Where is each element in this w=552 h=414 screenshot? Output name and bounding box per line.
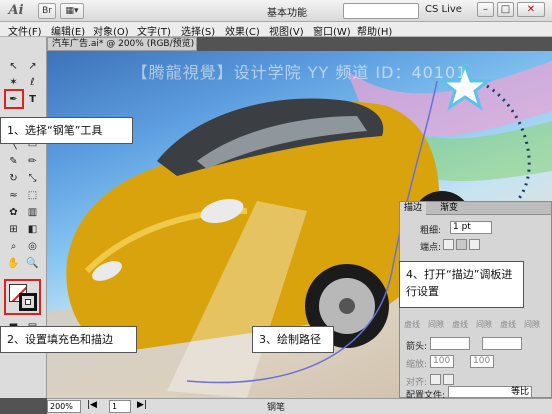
arrowhead-label: 箭头:: [406, 342, 428, 352]
illustrator-logo: Ai: [8, 3, 24, 18]
arrange-documents-button[interactable]: ▦▾: [60, 3, 84, 19]
illustrator-window: Ai Br ▦▾ 基本功能 CS Live – □ ✕ 文件(F) 编辑(E) …: [0, 0, 552, 414]
paintbrush-tool-icon[interactable]: ✎: [6, 154, 21, 169]
weight-input[interactable]: 1 pt: [450, 221, 492, 234]
menu-edit[interactable]: 编辑(E): [51, 23, 85, 38]
first-page-icon[interactable]: |◀: [87, 400, 97, 410]
scale-label: 缩放:: [406, 360, 428, 370]
bridge-button[interactable]: Br: [38, 3, 56, 19]
callout-step1: 1、选择“钢笔”工具: [0, 117, 133, 144]
gap-cell-2[interactable]: 间隙: [476, 319, 492, 330]
fill-stroke-highlight: [4, 279, 41, 315]
menu-file[interactable]: 文件(F): [8, 23, 42, 38]
free-transform-tool-icon[interactable]: ⬚: [25, 188, 40, 203]
status-bar: 200% |◀ 1 ▶| 钢笔: [47, 398, 552, 414]
next-page-icon[interactable]: ▶|: [137, 400, 147, 410]
menu-view[interactable]: 视图(V): [269, 23, 304, 38]
callout-step3: 3、绘制路径: [252, 326, 334, 353]
pen-tool-highlight: [4, 89, 24, 109]
stroke-panel: 描边 渐变 粗细: 1 pt 端点: 4、打开“描边”调板进 行设置 虚线 间隙…: [399, 201, 552, 401]
round-cap-button[interactable]: [456, 239, 467, 250]
tab-gradient[interactable]: 渐变: [436, 202, 462, 215]
menu-help[interactable]: 帮助(H): [357, 23, 392, 38]
symbol-sprayer-tool-icon[interactable]: ✿: [6, 205, 21, 220]
type-tool-icon[interactable]: T: [25, 92, 40, 107]
zoom-tool-icon[interactable]: 🔍: [25, 256, 40, 271]
menu-bar: 文件(F) 编辑(E) 对象(O) 文字(T) 选择(S) 效果(C) 视图(V…: [0, 22, 552, 38]
menu-object[interactable]: 对象(O): [93, 23, 129, 38]
weight-label: 粗细:: [420, 226, 442, 236]
mesh-tool-icon[interactable]: ⊞: [6, 222, 21, 237]
scale-start-input[interactable]: 100: [430, 355, 454, 368]
cap-label: 端点:: [420, 243, 442, 253]
gradient-tool-icon[interactable]: ◧: [25, 222, 40, 237]
minimize-icon[interactable]: –: [477, 2, 494, 17]
align-arrow-tip-button[interactable]: [430, 374, 441, 385]
zoom-level-field[interactable]: 200%: [47, 400, 81, 413]
watermark-text: 【腾龍視覺】设计学院 YY 频道 ID：40101: [131, 63, 468, 82]
selection-tool-icon[interactable]: ↖: [6, 59, 21, 74]
blend-tool-icon[interactable]: ◎: [25, 239, 40, 254]
butt-cap-button[interactable]: [443, 239, 454, 250]
document-tab[interactable]: 汽车广告.ai* @ 200% (RGB/预览): [47, 37, 197, 51]
dash-cell-3[interactable]: 虚线: [500, 319, 516, 330]
scale-tool-icon[interactable]: ⤡: [25, 171, 40, 186]
menu-select[interactable]: 选择(S): [181, 23, 215, 38]
projecting-cap-button[interactable]: [469, 239, 480, 250]
maximize-icon[interactable]: □: [497, 2, 514, 17]
tab-stroke[interactable]: 描边: [400, 202, 427, 215]
lasso-tool-icon[interactable]: ℓ: [25, 75, 40, 90]
dash-cell-2[interactable]: 虚线: [452, 319, 468, 330]
hand-tool-icon[interactable]: ✋: [6, 256, 21, 271]
current-tool-status: 钢笔: [267, 403, 286, 413]
pencil-tool-icon[interactable]: ✏: [25, 154, 40, 169]
menu-window[interactable]: 窗口(W): [313, 23, 351, 38]
scale-end-input[interactable]: 100: [470, 355, 494, 368]
arrowhead-end-select[interactable]: [482, 337, 522, 350]
dash-cell-1[interactable]: 虚线: [404, 319, 420, 330]
direct-selection-tool-icon[interactable]: ↗: [25, 59, 40, 74]
gap-cell-1[interactable]: 间隙: [428, 319, 444, 330]
callout-step2: 2、设置填充色和描边: [0, 326, 137, 353]
rotate-tool-icon[interactable]: ↻: [6, 171, 21, 186]
cs-live-button[interactable]: CS Live: [425, 4, 462, 15]
align-label: 对齐:: [406, 378, 428, 388]
eyedropper-tool-icon[interactable]: ⌕: [6, 239, 21, 254]
menu-effect[interactable]: 效果(C): [225, 23, 260, 38]
callout-step4: 4、打开“描边”调板进 行设置: [399, 261, 524, 308]
gap-cell-3[interactable]: 间隙: [524, 319, 540, 330]
panel-tab-bar: 描边 渐变: [400, 202, 551, 215]
graph-tool-icon[interactable]: ▥: [25, 205, 40, 220]
profile-select[interactable]: 等比: [448, 386, 532, 398]
title-bar: Ai Br ▦▾ 基本功能 CS Live – □ ✕: [0, 0, 552, 22]
search-input[interactable]: [343, 3, 419, 19]
page-number-field[interactable]: 1: [109, 400, 131, 413]
magic-wand-tool-icon[interactable]: ✶: [6, 75, 21, 90]
menu-type[interactable]: 文字(T): [137, 23, 171, 38]
arrowhead-start-select[interactable]: [430, 337, 470, 350]
workspace-switcher[interactable]: 基本功能: [267, 4, 307, 19]
warp-tool-icon[interactable]: ≈: [6, 188, 21, 203]
align-arrow-end-button[interactable]: [443, 374, 454, 385]
close-icon[interactable]: ✕: [517, 2, 545, 17]
